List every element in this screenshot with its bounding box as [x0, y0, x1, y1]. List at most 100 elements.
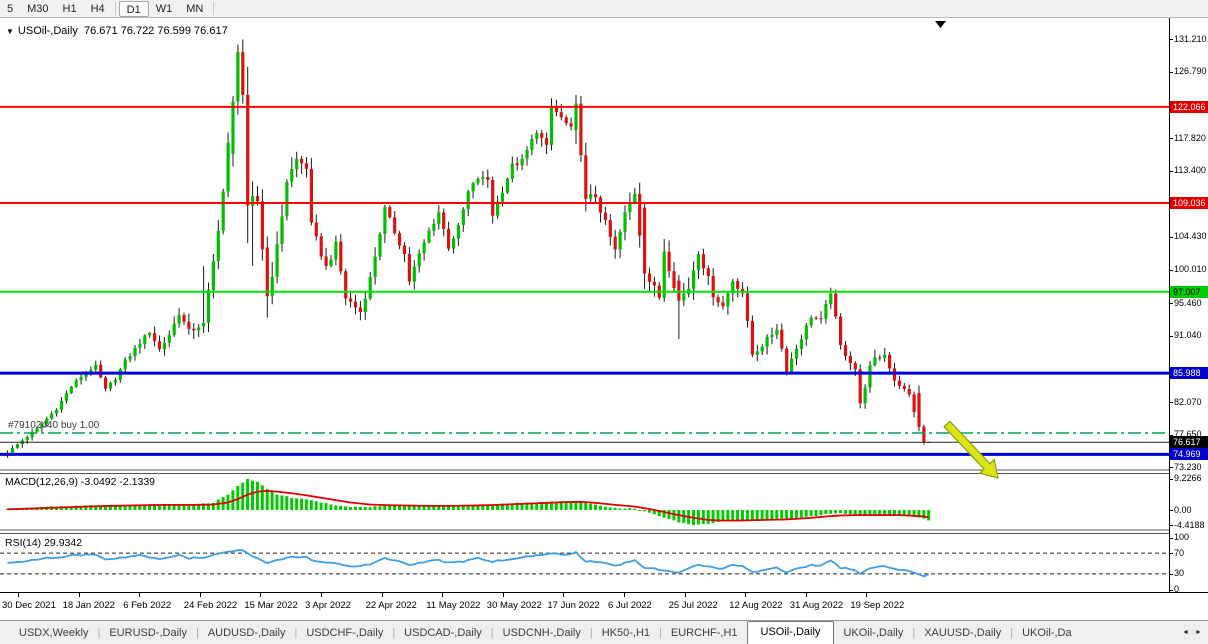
- symbol-tab-usdcad-daily[interactable]: USDCAD-,Daily: [395, 623, 491, 644]
- rsi-line: [8, 550, 929, 576]
- date-axis-tick: [745, 593, 746, 597]
- axis-tick: [1170, 171, 1173, 172]
- date-label: 3 Apr 2022: [305, 600, 351, 611]
- price-badge-85.988: 85.988: [1170, 367, 1208, 379]
- axis-tick: [1170, 574, 1173, 575]
- axis-tick: [1170, 336, 1173, 337]
- timeframe-button-d1[interactable]: D1: [119, 1, 149, 17]
- axis-tick: [1170, 467, 1173, 468]
- axis-tick: [1170, 72, 1173, 73]
- price-axis-label: 117.820: [1174, 133, 1206, 144]
- date-axis-tick: [866, 593, 867, 597]
- chart-canvas[interactable]: [0, 18, 1169, 592]
- axis-tick: [1170, 402, 1173, 403]
- toolbar-separator: [115, 2, 116, 15]
- chart-shift-marker-icon[interactable]: [935, 21, 946, 28]
- axis-tick: [1170, 590, 1173, 591]
- axis-tick: [1170, 553, 1173, 554]
- date-axis-tick: [503, 593, 504, 597]
- axis-tick: [1170, 525, 1173, 526]
- timeframe-button-w1[interactable]: W1: [149, 1, 180, 17]
- symbol-tab-usdcnh-daily[interactable]: USDCNH-,Daily: [494, 623, 590, 644]
- axis-tick: [1170, 138, 1173, 139]
- date-label: 18 Jan 2022: [63, 600, 115, 611]
- date-label: 6 Jul 2022: [608, 600, 652, 611]
- date-axis-tick: [382, 593, 383, 597]
- symbol-tab-ukoil-da[interactable]: UKOil-,Da: [1013, 623, 1081, 644]
- symbol-tab-audusd-daily[interactable]: AUDUSD-,Daily: [199, 623, 295, 644]
- chart-title: ▼USOil-,Daily 76.671 76.722 76.599 76.61…: [6, 25, 228, 37]
- date-axis-tick: [321, 593, 322, 597]
- price-axis-label: 104.430: [1174, 231, 1207, 242]
- price-axis-label: 0.00: [1174, 505, 1192, 516]
- date-label: 30 May 2022: [487, 600, 542, 611]
- price-axis-label: 100.010: [1174, 264, 1207, 275]
- symbol-tab-eurusd-daily[interactable]: EURUSD-,Daily: [100, 623, 196, 644]
- axis-tick: [1170, 39, 1173, 40]
- rsi-pane: [0, 550, 1169, 576]
- timeframe-toolbar: 5M30H1H4 D1W1MN: [0, 0, 1208, 18]
- price-axis-label: -4.4188: [1174, 520, 1205, 531]
- price-axis-label: 95.460: [1174, 298, 1202, 309]
- date-label: 25 Jul 2022: [669, 600, 718, 611]
- chart-area[interactable]: ▼USOil-,Daily 76.671 76.722 76.599 76.61…: [0, 18, 1169, 592]
- axis-tick: [1170, 237, 1173, 238]
- symbol-tab-usdx-weekly[interactable]: USDX,Weekly: [10, 623, 97, 644]
- arrow-annotation[interactable]: [944, 421, 998, 478]
- price-axis-label: 113.400: [1174, 165, 1206, 176]
- date-axis-tick: [806, 593, 807, 597]
- symbol-tab-ukoil-daily[interactable]: UKOil-,Daily: [834, 623, 912, 644]
- timeframe-button-m30[interactable]: M30: [20, 1, 55, 17]
- symbol-tabs: USDX,Weekly|EURUSD-,Daily|AUDUSD-,Daily|…: [0, 620, 1176, 644]
- date-axis-tick: [79, 593, 80, 597]
- toolbar-separator: [213, 2, 214, 15]
- timeframe-button-5[interactable]: 5: [0, 1, 20, 17]
- price-badge-122.066: 122.066: [1170, 101, 1208, 113]
- axis-tick: [1170, 303, 1173, 304]
- symbol-tab-xauusd-daily[interactable]: XAUUSD-,Daily: [915, 623, 1010, 644]
- price-axis[interactable]: 131.210 126.790 117.820 113.400 104.430 100.0…: [1169, 18, 1208, 592]
- date-label: 12 Aug 2022: [729, 600, 782, 611]
- symbol-tab-eurchf-h1[interactable]: EURCHF-,H1: [662, 623, 747, 644]
- axis-tick: [1170, 538, 1173, 539]
- tab-scroll-controls: ◄ ►: [1176, 620, 1208, 644]
- axis-tick: [1170, 479, 1173, 480]
- timeframe-button-h4[interactable]: H4: [84, 1, 112, 17]
- timeframe-button-mn[interactable]: MN: [179, 1, 210, 17]
- price-badge-109.036: 109.036: [1170, 197, 1208, 209]
- date-axis-tick: [442, 593, 443, 597]
- symbol-tab-bar: USDX,Weekly|EURUSD-,Daily|AUDUSD-,Daily|…: [0, 620, 1208, 644]
- price-badge-74.969: 74.969: [1170, 448, 1208, 460]
- trade-position-label: #79102440 buy 1.00: [8, 420, 99, 431]
- pane-separator[interactable]: [0, 530, 1169, 534]
- symbol-dropdown-icon[interactable]: ▼: [6, 27, 14, 36]
- price-badge-76.617: 76.617: [1170, 436, 1208, 448]
- date-label: 30 Dec 2021: [2, 600, 56, 611]
- symbol-tab-usdchf-daily[interactable]: USDCHF-,Daily: [297, 623, 392, 644]
- axis-tick: [1170, 270, 1173, 271]
- date-label: 11 May 2022: [426, 600, 480, 611]
- price-axis-label: 126.790: [1174, 66, 1207, 77]
- date-axis-tick: [139, 593, 140, 597]
- date-label: 15 Mar 2022: [244, 600, 297, 611]
- tab-scroll-left-icon[interactable]: ◄: [1182, 629, 1189, 636]
- title-ohlc-values: 76.671 76.722 76.599 76.617: [84, 25, 228, 37]
- tab-scroll-right-icon[interactable]: ►: [1195, 629, 1202, 636]
- rsi-indicator-label: RSI(14) 29.9342: [5, 537, 82, 549]
- price-axis-label: 131.210: [1174, 34, 1207, 45]
- date-axis-tick: [260, 593, 261, 597]
- macd-indicator-label: MACD(12,26,9) -3.0492 -2.1339: [5, 476, 155, 488]
- date-axis-tick: [200, 593, 201, 597]
- date-axis[interactable]: 30 Dec 202118 Jan 20226 Feb 202224 Feb 2…: [0, 592, 1208, 620]
- symbol-tab-hk50-h1[interactable]: HK50-,H1: [593, 623, 659, 644]
- price-axis-label: 100: [1174, 532, 1189, 543]
- price-axis-label: 73.230: [1174, 462, 1202, 473]
- symbol-tab-usoil-daily[interactable]: USOil-,Daily: [747, 621, 835, 644]
- price-axis-label: 70: [1174, 548, 1184, 559]
- timeframe-button-h1[interactable]: H1: [56, 1, 84, 17]
- candles-layer: [6, 39, 930, 457]
- price-axis-label: 91.040: [1174, 330, 1202, 341]
- date-axis-tick: [624, 593, 625, 597]
- date-label: 24 Feb 2022: [184, 600, 237, 611]
- price-badge-97.007: 97.007: [1170, 286, 1208, 298]
